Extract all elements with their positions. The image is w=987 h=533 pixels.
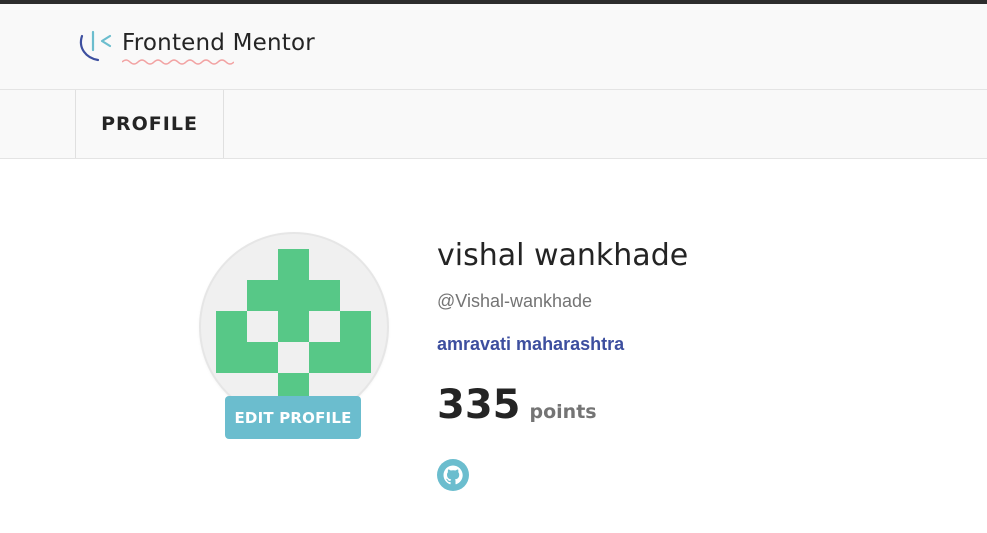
identicon-avatar [216,249,371,404]
logo-link[interactable]: Frontend Mentor [76,28,336,65]
profile-name: vishal wankhade [437,238,689,273]
profile-location[interactable]: amravati maharashtra [437,334,624,355]
profile-nav: PROFILE [0,90,987,159]
avatar [201,234,387,420]
github-icon[interactable] [437,459,469,491]
points-value: 335 [437,382,521,428]
logo-underline-squiggle [122,59,234,65]
edit-profile-button[interactable]: EDIT PROFILE [225,396,361,439]
points-summary: 335 points [437,382,597,428]
site-header: Frontend Mentor [0,4,987,90]
frontend-mentor-logo-icon [79,30,112,62]
points-label: points [529,401,597,423]
logo-text: Frontend Mentor [122,30,315,56]
tab-profile[interactable]: PROFILE [75,90,224,158]
profile-handle: @Vishal-wankhade [437,291,593,311]
